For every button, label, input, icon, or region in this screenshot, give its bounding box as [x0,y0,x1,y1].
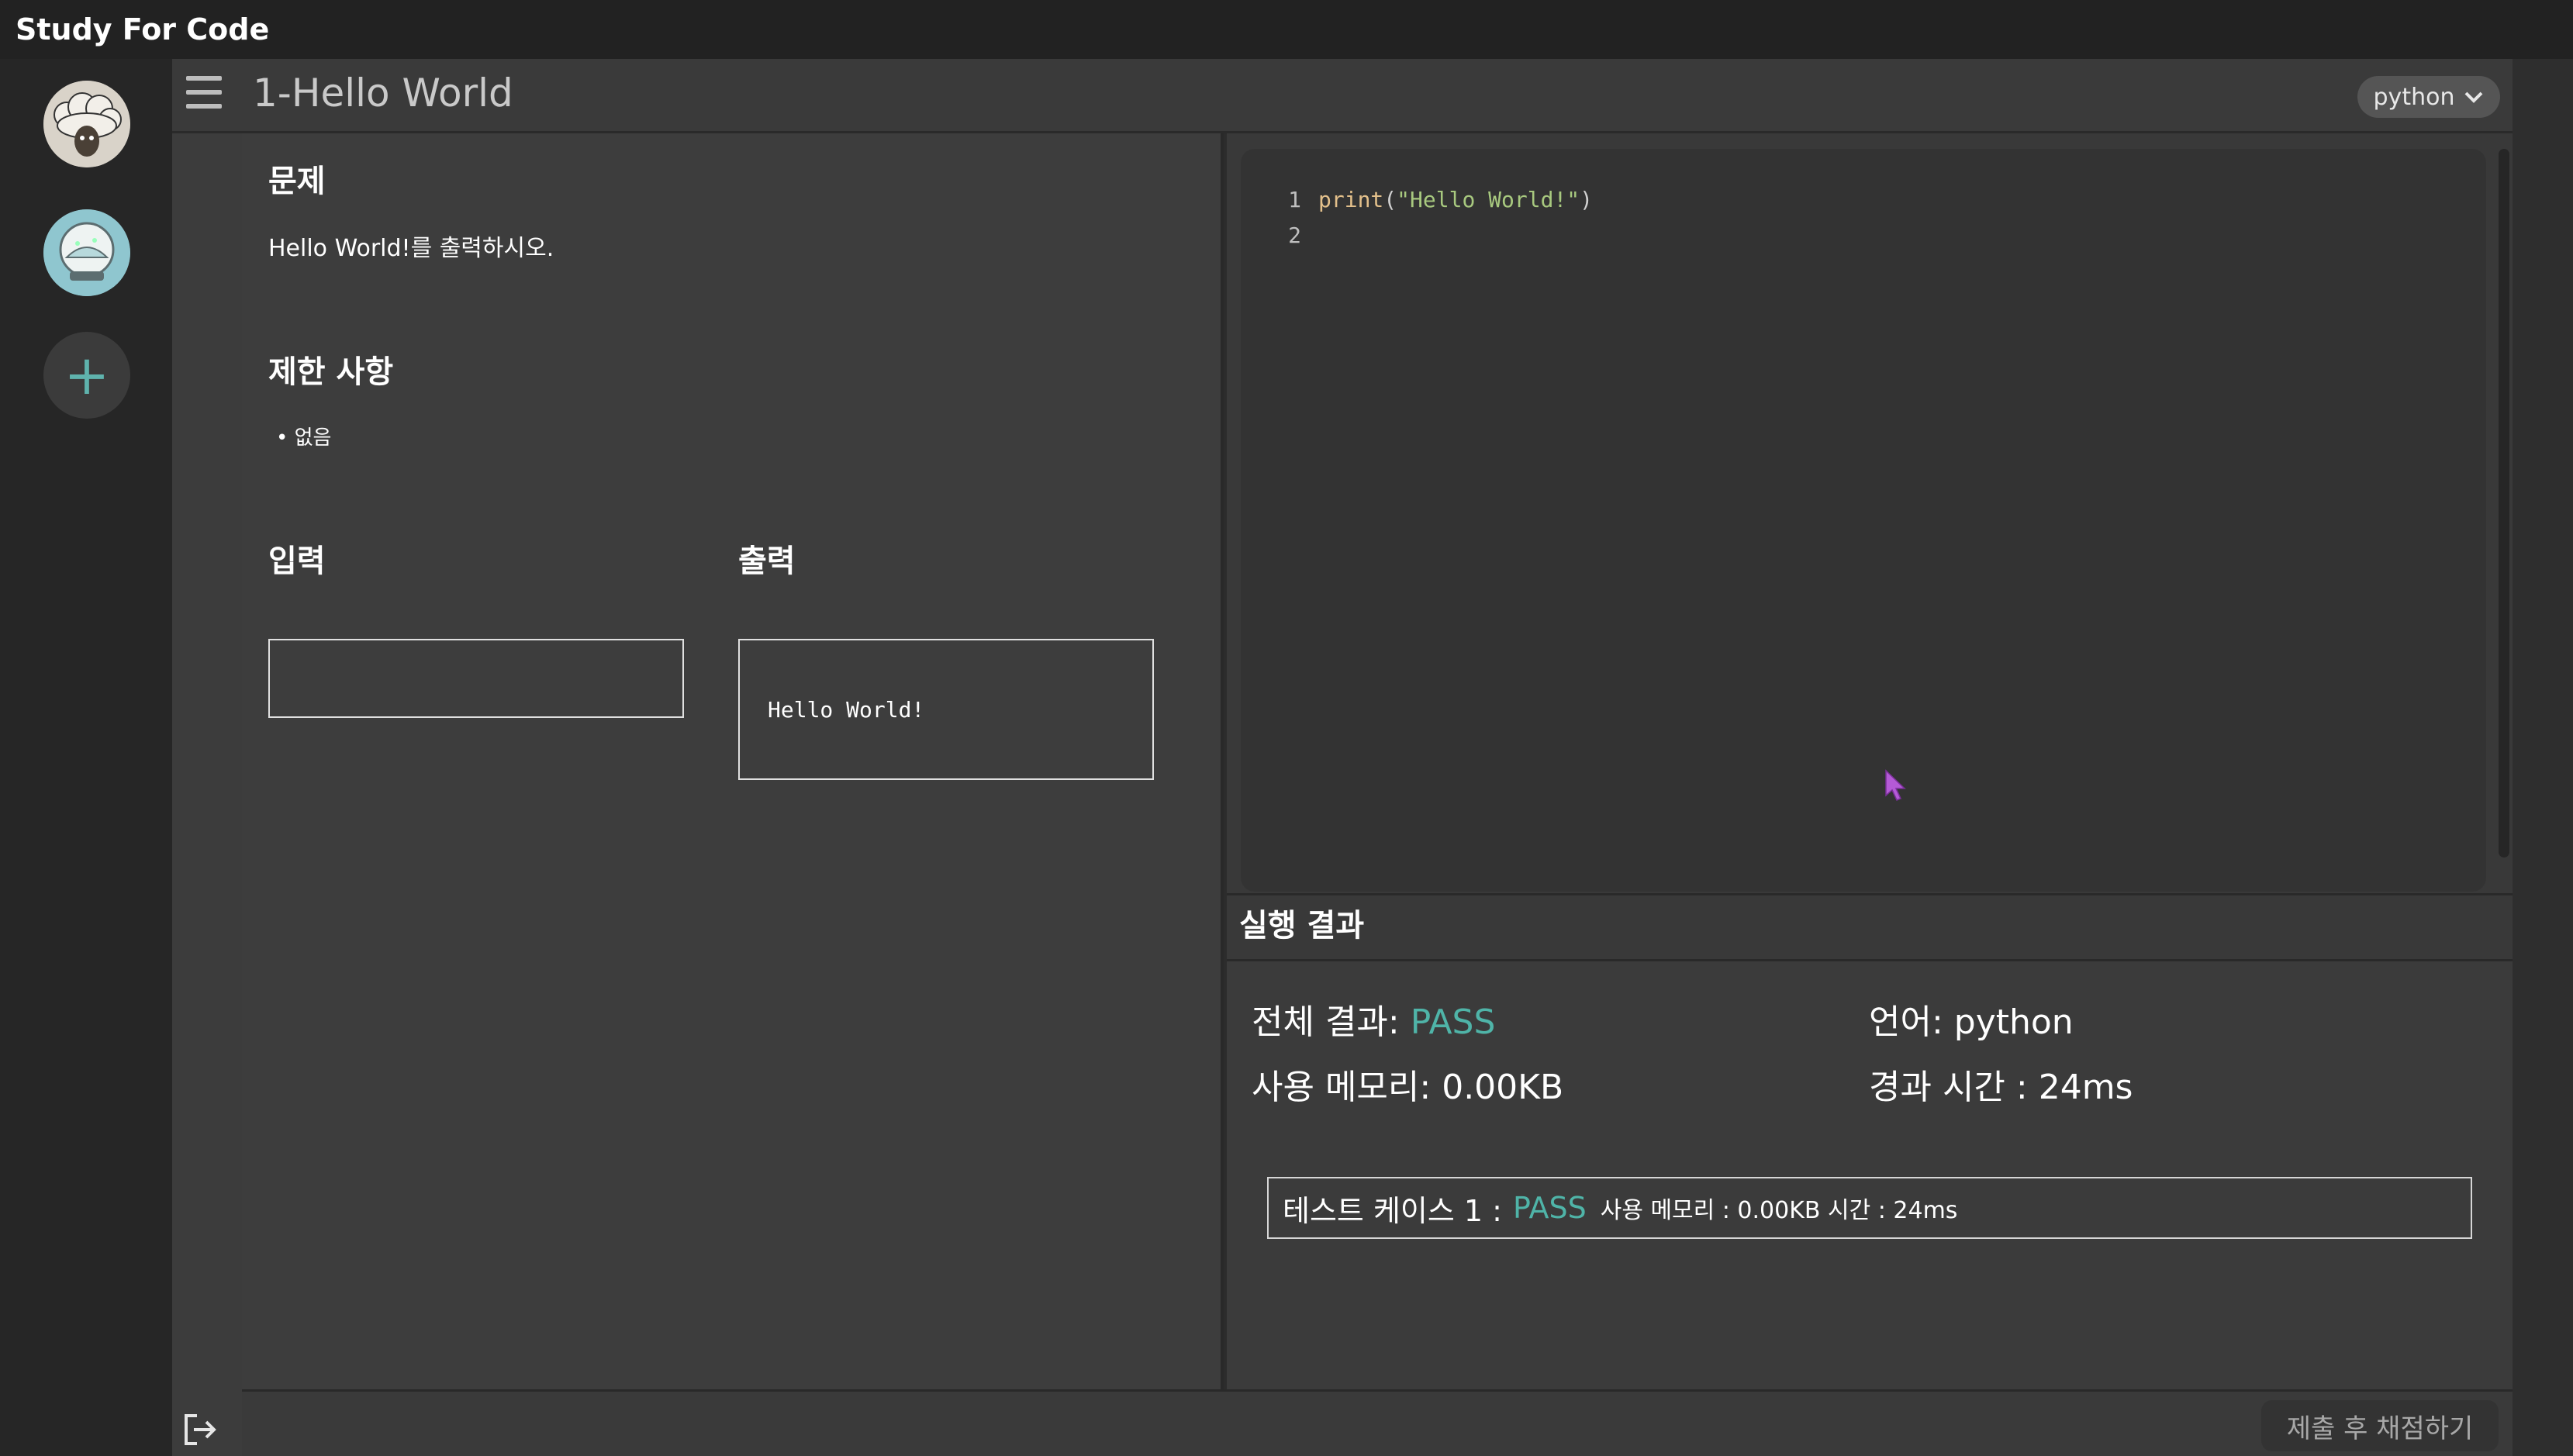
language-select[interactable]: python [2357,76,2500,118]
logout-icon[interactable] [180,1409,220,1450]
testcase-label: 테스트 케이스 1 : [1283,1193,1502,1228]
code-token-string: "Hello World!" [1397,187,1580,212]
right-strip [2513,59,2573,1456]
line-number: 1 [1288,187,1301,212]
input-title: 입력 [268,543,326,579]
problem-title: 문제 [268,164,326,199]
result-language-label: 언어: [1869,1002,1954,1042]
result-time-value: 24ms [2038,1068,2133,1107]
add-icon: + [64,343,110,407]
overall-result-label: 전체 결과: [1252,1002,1411,1042]
limits-list-item: • 없음 [276,426,332,450]
limits-title: 제한 사항 [268,354,394,390]
result-time-label: 경과 시간 : [1869,1068,2039,1107]
sheep-avatar-icon [43,81,130,167]
page-title: 1-Hello World [253,71,513,116]
app-title: Study For Code [16,12,270,47]
snowglobe-avatar-icon [43,209,130,296]
menu-icon[interactable] [186,74,222,110]
title-bar [0,0,2573,59]
result-language: 언어: python [1869,999,2074,1047]
overall-result: 전체 결과: PASS [1252,999,1495,1047]
code-line[interactable]: 1 print("Hello World!") [1280,183,1593,217]
add-server-button[interactable]: + [43,332,130,419]
footer-bar [242,1389,2513,1456]
header-bar [172,59,2513,133]
code-token-function: print [1318,187,1384,212]
testcase-row: 테스트 케이스 1 : PASS 사용 메모리 : 0.00KB 시간 : 24… [1267,1177,2472,1239]
sub-sidebar [172,133,242,1456]
testcase-status: PASS [1512,1191,1587,1225]
result-header [1227,893,2513,961]
server-avatar-sheep[interactable] [43,81,130,167]
result-memory-label: 사용 메모리: [1252,1068,1442,1107]
code-token-paren-close: ) [1580,187,1594,212]
result-language-value: python [1953,1002,2074,1042]
chevron-down-icon [2465,91,2483,103]
sample-input-box [268,639,684,718]
result-memory: 사용 메모리: 0.00KB [1252,1064,1563,1112]
limit-text: 없음 [294,426,332,450]
problem-description: Hello World!를 출력하시오. [268,235,554,262]
editor-scrollbar[interactable] [2499,149,2509,857]
result-memory-value: 0.00KB [1442,1068,1564,1107]
server-avatar-snowglobe[interactable] [43,209,130,296]
code-line[interactable]: 2 [1280,219,1318,253]
code-editor[interactable] [1241,149,2486,892]
result-title: 실행 결과 [1239,908,1365,944]
line-number: 2 [1288,223,1301,248]
code-token-paren-open: ( [1383,187,1397,212]
submit-button[interactable]: 제출 후 채점하기 [2261,1400,2499,1451]
output-title: 출력 [738,543,796,579]
result-time: 경과 시간 : 24ms [1869,1064,2133,1112]
overall-result-status: PASS [1410,1002,1496,1042]
testcase-details: 사용 메모리 : 0.00KB 시간 : 24ms [1600,1197,1958,1224]
language-select-value: python [2373,83,2455,111]
pointer-cursor-icon [1883,769,1908,803]
sample-output-text: Hello World! [768,697,925,723]
